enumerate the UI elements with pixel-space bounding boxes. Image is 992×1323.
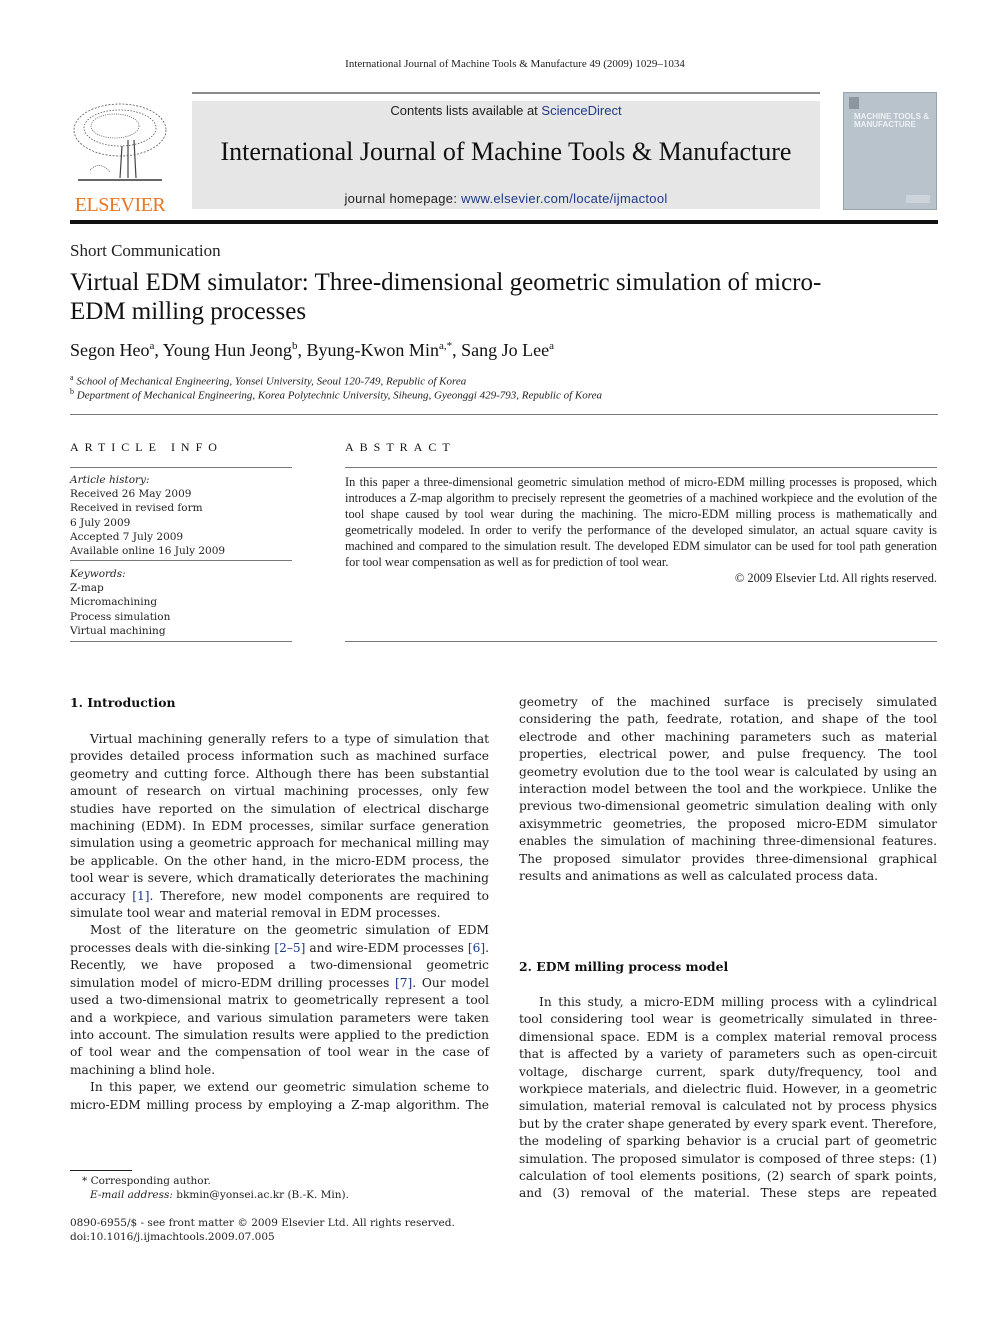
- affiliation-a: a School of Mechanical Engineering, Yons…: [70, 373, 466, 388]
- history-item: 6 July 2009: [70, 516, 131, 529]
- journal-cover-thumbnail[interactable]: MACHINE TOOLS & MANUFACTURE: [843, 92, 937, 210]
- paragraph: In this study, a micro-EDM milling proce…: [519, 995, 937, 1201]
- issn-line: 0890-6955/$ - see front matter © 2009 El…: [70, 1217, 455, 1229]
- abstract-heading: ABSTRACT: [345, 440, 456, 454]
- journal-title: International Journal of Machine Tools &…: [220, 137, 792, 166]
- article-title: Virtual EDM simulator: Three-dimensional…: [70, 269, 822, 325]
- running-head: International Journal of Machine Tools &…: [345, 58, 685, 70]
- right-column-continuation: geometry of the machined surface is prec…: [519, 694, 937, 885]
- journal-masthead: Contents lists available at ScienceDirec…: [192, 101, 820, 209]
- paragraph: Most of the literature on the geometric …: [70, 922, 489, 1079]
- author[interactable]: Young Hun Jeong: [163, 340, 292, 360]
- contents-prefix: Contents lists available at: [390, 103, 542, 118]
- citation-link[interactable]: [7]: [395, 976, 412, 990]
- abstract-copyright: © 2009 Elsevier Ltd. All rights reserved…: [734, 571, 937, 585]
- cover-publisher-mark: [906, 195, 930, 203]
- footnote-rule: [70, 1170, 132, 1171]
- section-divider: [70, 414, 938, 415]
- email-address[interactable]: bkmin@yonsei.ac.kr (B.-K. Min).: [173, 1189, 349, 1201]
- rule: [70, 641, 292, 642]
- keyword: Z-map: [70, 582, 104, 595]
- rule: [345, 641, 937, 642]
- paragraph: geometry of the machined surface is prec…: [519, 695, 937, 884]
- keyword: Process simulation: [70, 610, 171, 623]
- cover-title: MACHINE TOOLS & MANUFACTURE: [854, 112, 929, 129]
- elsevier-wordmark: ELSEVIER: [74, 194, 166, 216]
- email-label: E-mail address:: [90, 1189, 173, 1201]
- paragraph: In this paper, we extend our geometric s…: [70, 1080, 489, 1112]
- homepage-line: journal homepage: www.elsevier.com/locat…: [192, 191, 820, 206]
- text: Virtual machining generally refers to a …: [70, 732, 489, 903]
- section-heading-introduction: 1. Introduction: [70, 695, 176, 710]
- section-heading-model: 2. EDM milling process model: [519, 959, 729, 974]
- history-item: Accepted 7 July 2009: [70, 530, 184, 543]
- header-rule: [192, 92, 820, 94]
- keyword: Virtual machining: [70, 624, 166, 637]
- text: and wire-EDM processes: [305, 940, 468, 955]
- rule: [70, 467, 292, 468]
- tree-logo-icon: [70, 100, 170, 186]
- right-column-body: In this study, a micro-EDM milling proce…: [519, 994, 937, 1203]
- keywords: Keywords: Z-map Micromachining Process s…: [70, 567, 292, 638]
- cover-logo-icon: [849, 97, 859, 109]
- affil-sup: b: [70, 387, 74, 396]
- affil-text: School of Mechanical Engineering, Yonsei…: [76, 375, 467, 388]
- text: . Our model used a two-dimensional matri…: [70, 975, 489, 1077]
- author-sup: a,*: [438, 340, 453, 352]
- citation-link[interactable]: [2–5]: [274, 941, 305, 955]
- left-column-body: Virtual machining generally refers to a …: [70, 731, 489, 1114]
- affil-text: Department of Mechanical Engineering, Ko…: [76, 389, 602, 402]
- history-label: Article history:: [70, 474, 150, 486]
- history-item: Received in revised form: [70, 502, 203, 515]
- corresponding-author-note: * Corresponding author.: [82, 1175, 211, 1187]
- homepage-link[interactable]: www.elsevier.com/locate/ijmactool: [461, 191, 667, 206]
- sciencedirect-link[interactable]: ScienceDirect: [541, 103, 621, 118]
- history-item: Received 26 May 2009: [70, 488, 192, 501]
- author[interactable]: Sang Jo Lee: [461, 340, 549, 360]
- keyword: Micromachining: [70, 596, 158, 609]
- keywords-label: Keywords:: [70, 568, 126, 580]
- rule: [345, 467, 937, 468]
- affiliation-b: b Department of Mechanical Engineering, …: [70, 387, 602, 402]
- author[interactable]: Segon Heo: [70, 340, 150, 360]
- masthead-rule: [70, 220, 938, 224]
- email-note: E-mail address: bkmin@yonsei.ac.kr (B.-K…: [90, 1188, 349, 1202]
- article-info-heading: ARTICLE INFO: [70, 440, 223, 454]
- citation-link[interactable]: [1]: [132, 889, 149, 903]
- author-sup: a: [149, 340, 155, 352]
- author[interactable]: Byung-Kwon Min: [306, 340, 439, 360]
- history-item: Available online 16 July 2009: [70, 545, 226, 558]
- abstract-text: In this paper a three-dimensional geomet…: [345, 475, 937, 569]
- citation-link[interactable]: [6]: [468, 941, 485, 955]
- author-sup: a: [549, 340, 554, 352]
- article-type: Short Communication: [70, 241, 221, 260]
- elsevier-logo[interactable]: ELSEVIER: [70, 100, 170, 216]
- author-list: Segon Heoa, Young Hun Jeongb, Byung-Kwon…: [70, 340, 554, 360]
- article-history: Article history: Received 26 May 2009 Re…: [70, 473, 292, 558]
- abstract-body: In this paper a three-dimensional geomet…: [345, 474, 937, 586]
- contents-line: Contents lists available at ScienceDirec…: [192, 103, 820, 118]
- affil-sup: a: [70, 373, 74, 382]
- homepage-prefix: journal homepage:: [344, 191, 462, 206]
- author-sup: b: [291, 340, 298, 352]
- rule: [70, 560, 292, 561]
- doi-link[interactable]: doi:10.1016/j.ijmachtools.2009.07.005: [70, 1230, 275, 1244]
- paragraph: Virtual machining generally refers to a …: [70, 731, 489, 922]
